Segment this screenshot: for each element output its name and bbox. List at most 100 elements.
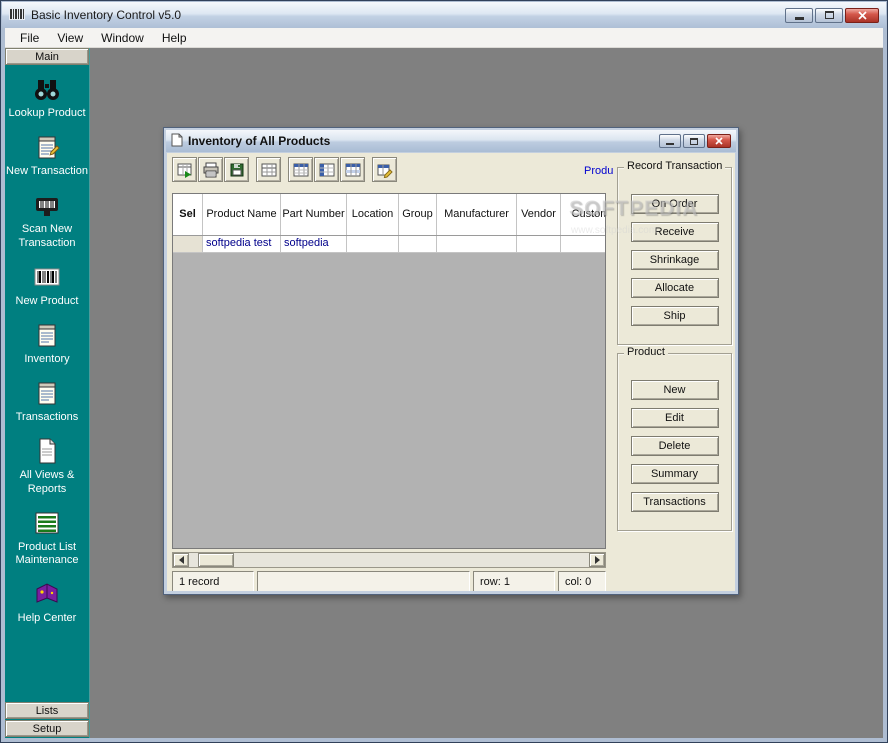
grid-header-custom[interactable]: Custom [561,194,606,235]
sidebar-tab-main[interactable]: Main [5,48,89,65]
status-row-indicator: row: 1 [473,571,555,591]
status-record-count: 1 record [172,571,254,591]
status-col-indicator: col: 0 [558,571,606,591]
minimize-icon [666,143,674,145]
child-title-bar[interactable]: Inventory of All Products [166,130,736,152]
shrinkage-button[interactable]: Shrinkage [631,250,719,270]
notepad-icon [32,320,62,350]
cell-vendor[interactable] [517,236,561,253]
products-grid: Sel Product Name Part Number Location Gr… [172,193,606,549]
child-close-button[interactable] [707,134,731,148]
sidebar-item-label: Lookup Product [8,107,85,120]
sidebar-item-product-list-maintenance[interactable]: Product List Maintenance [5,508,89,567]
menu-view[interactable]: View [48,29,92,47]
scroll-left-button[interactable] [173,553,189,567]
barcode-icon [32,262,62,292]
grid-header-manufacturer[interactable]: Manufacturer [437,194,517,235]
title-bar[interactable]: Basic Inventory Control v5.0 [2,2,886,28]
cell-part-number[interactable]: softpedia [281,236,347,253]
grid-header-group[interactable]: Group [399,194,437,235]
sidebar-item-label: New Transaction [6,165,88,178]
sidebar-item-lookup-product[interactable]: Lookup Product [5,74,89,120]
workspace: Inventory of All Products [90,48,883,738]
sidebar-item-all-views-reports[interactable]: All Views & Reports [5,436,89,495]
transactions-button[interactable]: Transactions [631,492,719,512]
grid-header-product-name[interactable]: Product Name [203,194,281,235]
summary-button[interactable]: Summary [631,464,719,484]
on-order-button[interactable]: On Order [631,194,719,214]
sidebar-item-scan-new-transaction[interactable]: Scan New Transaction [5,190,89,249]
grid-view-2-icon[interactable] [314,157,339,182]
sidebar-item-help-center[interactable]: Help Center [5,579,89,625]
close-button[interactable] [845,8,879,23]
receive-button[interactable]: Receive [631,222,719,242]
child-minimize-button[interactable] [659,134,681,148]
grid-edit-icon[interactable] [372,157,397,182]
window-frame: File View Window Help Main Lookup Produc… [5,28,883,738]
main-content: Main Lookup Product New Transaction [5,48,883,738]
sidebar-item-new-product[interactable]: New Product [5,262,89,308]
cell-group[interactable] [399,236,437,253]
cell-custom[interactable] [561,236,606,253]
sidebar: Main Lookup Product New Transaction [5,48,90,738]
menu-help[interactable]: Help [153,29,196,47]
scroll-right-button[interactable] [589,553,605,567]
notepad-icon [32,378,62,408]
save-icon[interactable] [224,157,249,182]
cell-location[interactable] [347,236,399,253]
arrow-left-icon [175,556,184,564]
close-icon [715,137,723,145]
refresh-grid-icon[interactable] [172,157,197,182]
ship-button[interactable]: Ship [631,306,719,326]
grid-header-part-number[interactable]: Part Number [281,194,347,235]
new-button[interactable]: New [631,380,719,400]
menu-file[interactable]: File [11,29,48,47]
horizontal-scrollbar[interactable] [172,552,606,568]
child-maximize-button[interactable] [683,134,705,148]
child-window-title: Inventory of All Products [188,134,330,148]
maximize-icon [825,11,834,19]
sidebar-item-transactions[interactable]: Transactions [5,378,89,424]
sidebar-tab-setup[interactable]: Setup [5,720,89,737]
grid-header-row: Sel Product Name Part Number Location Gr… [173,194,605,236]
print-icon[interactable] [198,157,223,182]
window-title: Basic Inventory Control v5.0 [31,8,181,22]
status-message [257,571,470,591]
product-groupbox: Product New Edit Delete Summary Transact… [617,353,732,531]
maximize-icon [690,138,698,145]
app-barcode-icon [9,8,25,23]
sidebar-tab-lists[interactable]: Lists [5,702,89,719]
grid-icon[interactable] [256,157,281,182]
row-selector-cell[interactable] [173,236,203,253]
close-icon [858,11,867,20]
menu-bar: File View Window Help [5,28,883,48]
minimize-button[interactable] [785,8,813,23]
grid-view-1-icon[interactable] [288,157,313,182]
grid-header-vendor[interactable]: Vendor [517,194,561,235]
scrollbar-thumb[interactable] [198,553,234,567]
toolbar [172,157,398,182]
delete-button[interactable]: Delete [631,436,719,456]
green-list-icon [32,508,62,538]
sidebar-item-new-transaction[interactable]: New Transaction [5,132,89,178]
sidebar-item-label: Product List Maintenance [5,541,89,567]
sidebar-item-label: All Views & Reports [5,469,89,495]
grid-header-sel[interactable]: Sel [173,194,203,235]
table-row[interactable]: softpedia test softpedia [173,236,605,253]
sidebar-item-inventory[interactable]: Inventory [5,320,89,366]
grid-view-3-icon[interactable] [340,157,365,182]
menu-window[interactable]: Window [92,29,153,47]
status-bar: 1 record row: 1 col: 0 [172,571,606,591]
grid-header-location[interactable]: Location [347,194,399,235]
cell-manufacturer[interactable] [437,236,517,253]
arrow-right-icon [595,556,604,564]
transaction-panel: Record Transaction On Order Receive Shri… [614,153,735,591]
products-link[interactable]: Produ [584,165,613,177]
notepad-icon [32,132,62,162]
document-icon [32,436,62,466]
edit-button[interactable]: Edit [631,408,719,428]
scanner-icon [32,190,62,220]
cell-product-name[interactable]: softpedia test [203,236,281,253]
maximize-button[interactable] [815,8,843,23]
allocate-button[interactable]: Allocate [631,278,719,298]
